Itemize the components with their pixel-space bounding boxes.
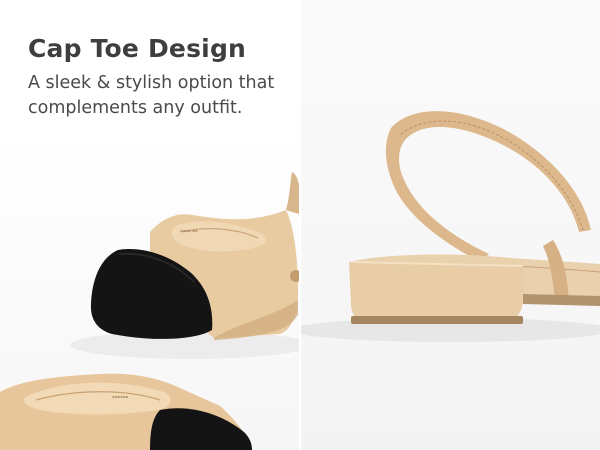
cap-toe-closeup-image: ▪▪▪▪ ▪▪ ▪▪▪▪▪▪ (0, 172, 299, 450)
block-heel (349, 262, 523, 322)
svg-text:▪▪▪▪ ▪▪: ▪▪▪▪ ▪▪ (180, 228, 198, 233)
svg-text:▪▪▪▪▪▪: ▪▪▪▪▪▪ (112, 394, 129, 399)
second-cap-toe (150, 408, 252, 450)
slingback-heel-image (301, 111, 600, 342)
cap-toe-closeup-panel: ▪▪▪▪ ▪▪ ▪▪▪▪▪▪ Cap Toe Design A sleek & … (0, 0, 299, 450)
product-feature-banner: ▪▪▪▪ ▪▪ ▪▪▪▪▪▪ Cap Toe Design A sleek & … (0, 0, 600, 450)
heel-tip (351, 316, 523, 324)
slingback-strap (286, 172, 299, 214)
feature-title: Cap Toe Design (28, 34, 247, 63)
feature-description: A sleek & stylish option that complement… (28, 73, 275, 118)
sole-edge (523, 294, 600, 306)
heel-side-view-panel (301, 0, 600, 450)
slingback-strap (385, 111, 591, 262)
